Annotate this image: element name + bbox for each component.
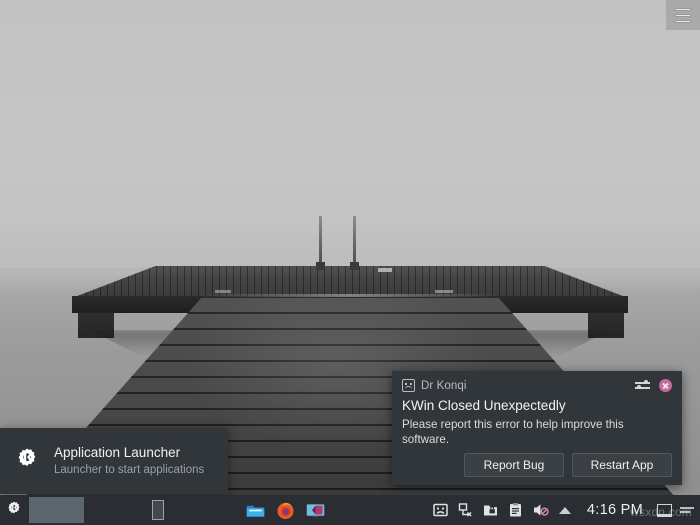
desktop-screen: Dr Konqi KWin Closed Unexpectedly Please…	[0, 0, 700, 525]
kde-launcher-icon	[8, 501, 20, 514]
hamburger-bar-2	[675, 13, 691, 17]
application-launcher-tooltip: Application Launcher Launcher to start a…	[0, 428, 228, 494]
dialog-title-actions	[635, 379, 672, 392]
pier-seam	[200, 294, 500, 297]
dr-konqi-tray-icon[interactable]	[432, 502, 449, 518]
dolphin-file-manager-icon[interactable]	[245, 500, 266, 521]
dialog-title: Dr Konqi	[421, 379, 467, 392]
sad-face-mouth	[405, 385, 412, 390]
pier-deck-object-2	[435, 290, 453, 293]
pier-post-base-right	[350, 262, 359, 270]
tooltip-title: Application Launcher	[54, 444, 181, 460]
volume-muted-icon[interactable]	[532, 502, 549, 518]
restart-app-button[interactable]: Restart App	[572, 453, 672, 477]
panel-handle-bar-2	[680, 511, 690, 513]
show-hidden-icons-arrow[interactable]	[558, 506, 571, 514]
tooltip-text-block: Application Launcher Launcher to start a…	[54, 444, 205, 476]
top-right-panel[interactable]	[666, 0, 700, 30]
configure-sliders-icon[interactable]	[635, 379, 650, 392]
clipboard-icon[interactable]	[507, 502, 524, 518]
close-icon[interactable]	[659, 379, 672, 392]
pier-post-right	[353, 216, 356, 268]
hamburger-bar-3	[675, 19, 691, 23]
kde-launcher-icon	[12, 446, 42, 476]
panel-application-launcher-button[interactable]	[0, 495, 28, 525]
report-bug-button[interactable]: Report Bug	[464, 453, 564, 477]
dialog-button-row: Report Bug Restart App	[402, 453, 672, 477]
show-desktop-button[interactable]	[657, 503, 672, 517]
system-tray: 4:16 PM	[432, 502, 700, 518]
dr-konqi-crash-dialog: Dr Konqi KWin Closed Unexpectedly Please…	[392, 371, 682, 485]
task-button-1[interactable]	[86, 497, 141, 523]
dialog-titlebar: Dr Konqi	[402, 377, 672, 394]
task-button-2[interactable]	[175, 497, 230, 523]
pier-post-base-left	[316, 262, 325, 270]
sad-face-icon	[402, 379, 415, 392]
slider-track-1	[635, 380, 650, 384]
pier-deck-object-3	[215, 290, 231, 293]
firefox-icon[interactable]	[275, 500, 296, 521]
quick-launch-area	[245, 500, 326, 521]
tooltip-subtitle: Launcher to start applications	[54, 463, 205, 476]
bottom-panel: 4:16 PM	[0, 495, 700, 525]
panel-handle[interactable]	[680, 503, 694, 517]
task-button-active[interactable]	[29, 497, 84, 523]
digital-clock[interactable]: 4:16 PM	[581, 502, 649, 518]
task-manager	[28, 495, 231, 525]
pier-leg-right	[588, 312, 624, 338]
pier-leg-left	[78, 312, 114, 338]
dialog-body-text: Please report this error to help improve…	[402, 418, 624, 447]
network-disconnected-icon[interactable]	[457, 502, 474, 518]
hamburger-menu-icon[interactable]	[675, 7, 691, 23]
vault-lock-icon[interactable]	[482, 502, 499, 518]
pier-deck-object-1	[378, 268, 392, 272]
system-settings-display-icon[interactable]	[305, 500, 326, 521]
hamburger-bar-1	[675, 7, 691, 11]
panel-handle-bar-1	[680, 507, 694, 509]
slider-track-2	[635, 385, 650, 389]
pier-post-left	[319, 216, 322, 268]
pager-widget[interactable]	[152, 500, 164, 520]
dialog-heading: KWin Closed Unexpectedly	[402, 398, 566, 413]
